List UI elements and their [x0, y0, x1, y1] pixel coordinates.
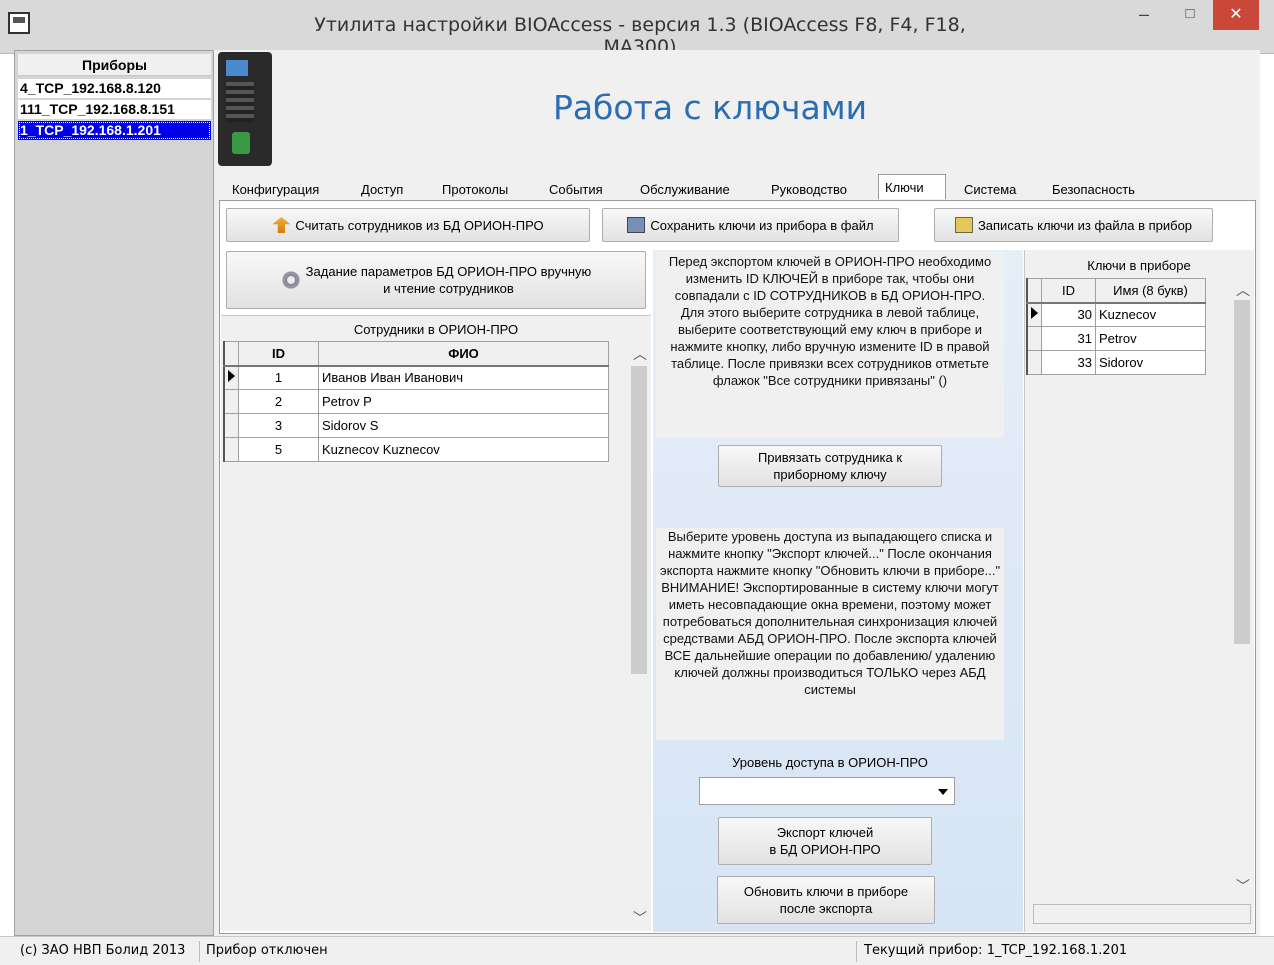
device-list-panel: Приборы 4_TCP_192.168.8.120 111_TCP_192.… — [14, 50, 214, 936]
row-indicator-header — [1026, 278, 1042, 304]
status-divider — [856, 941, 857, 962]
keys-horizontal-scrollbar[interactable] — [1033, 904, 1251, 924]
refresh-keys-button[interactable]: Обновить ключи в приборе после экспорта — [717, 876, 935, 924]
cell-name[interactable]: Sidorov S — [318, 413, 609, 438]
tab-system[interactable]: Система — [958, 180, 1022, 202]
cell-name[interactable]: Kuznecov Kuznecov — [318, 437, 609, 462]
scroll-up-icon[interactable]: ︿ — [633, 344, 647, 364]
maximize-button[interactable]: □ — [1167, 0, 1213, 30]
device-list-header: Приборы — [18, 54, 211, 76]
device-image — [218, 52, 272, 166]
column-header-key-name[interactable]: Имя (8 букв) — [1095, 278, 1206, 304]
cell-id[interactable]: 31 — [1041, 326, 1096, 351]
tab-access[interactable]: Доступ — [355, 180, 409, 202]
binding-instructions: Перед экспортом ключей в ОРИОН-ПРО необх… — [656, 251, 1004, 437]
export-keys-button[interactable]: Экспорт ключей в БД ОРИОН-ПРО — [718, 817, 932, 865]
scroll-down-icon[interactable]: ﹀ — [1236, 876, 1250, 896]
column-header-name[interactable]: ФИО — [318, 341, 609, 367]
chevron-down-icon[interactable] — [938, 789, 948, 795]
app-icon — [8, 12, 30, 34]
read-employees-button[interactable]: Считать сотрудников из БД ОРИОН-ПРО — [226, 208, 590, 242]
table-header-row: ID Имя (8 букв) — [1026, 278, 1206, 304]
cell-name[interactable]: Sidorov — [1095, 350, 1206, 375]
bind-employee-button[interactable]: Привязать сотрудника к приборному ключу — [718, 445, 942, 487]
status-divider — [199, 941, 200, 962]
save-keys-label: Сохранить ключи из прибора в файл — [650, 217, 874, 233]
device-status-text: Прибор отключен — [206, 943, 328, 958]
cell-id[interactable]: 1 — [238, 365, 319, 390]
status-bar: (c) ЗАО НВП Болид 2013 Прибор отключен Т… — [0, 936, 1274, 965]
save-icon — [627, 217, 646, 233]
row-indicator — [1026, 326, 1042, 351]
employees-table: ID ФИО 1 Иванов Иван Иванович 2 Petrov P… — [223, 341, 609, 462]
tab-keys[interactable]: Ключи — [878, 174, 946, 199]
device-item[interactable]: 111_TCP_192.168.8.151 — [18, 100, 211, 119]
device-item[interactable]: 4_TCP_192.168.8.120 — [18, 79, 211, 98]
row-indicator — [223, 365, 239, 390]
cell-name[interactable]: Kuznecov — [1095, 302, 1206, 327]
page-title: Работа с ключами — [552, 88, 868, 127]
tab-security[interactable]: Безопасность — [1046, 180, 1141, 202]
keys-table: ID Имя (8 букв) 30 Kuznecov 31 Petrov 33… — [1026, 278, 1206, 375]
write-keys-button[interactable]: Записать ключи из файла в прибор — [934, 208, 1213, 242]
column-header-id[interactable]: ID — [1041, 278, 1096, 304]
table-row[interactable]: 31 Petrov — [1026, 326, 1206, 351]
current-device-text: Текущий прибор: 1_TCP_192.168.1.201 — [864, 943, 1128, 958]
row-indicator — [223, 437, 239, 462]
table-row[interactable]: 3 Sidorov S — [223, 413, 609, 438]
row-indicator — [223, 389, 239, 414]
current-row-pointer-icon — [228, 370, 235, 383]
keys-title: Ключи в приборе — [1087, 258, 1191, 273]
row-indicator — [1026, 302, 1042, 327]
row-indicator — [1026, 350, 1042, 375]
cell-id[interactable]: 5 — [238, 437, 319, 462]
cell-id[interactable]: 2 — [238, 389, 319, 414]
export-instructions: Выберите уровень доступа из выпадающего … — [656, 528, 1004, 740]
upload-icon — [272, 217, 291, 233]
column-header-id[interactable]: ID — [238, 341, 319, 367]
write-keys-label: Записать ключи из файла в прибор — [977, 217, 1193, 233]
device-item-selected[interactable]: 1_TCP_192.168.1.201 — [18, 121, 211, 140]
tab-configuration[interactable]: Конфигурация — [226, 180, 325, 202]
table-row[interactable]: 2 Petrov P — [223, 389, 609, 414]
minimize-button[interactable]: – — [1121, 0, 1167, 30]
copyright-text: (c) ЗАО НВП Болид 2013 — [20, 943, 186, 958]
save-keys-button[interactable]: Сохранить ключи из прибора в файл — [602, 208, 899, 242]
table-row[interactable]: 33 Sidorov — [1026, 350, 1206, 375]
cell-id[interactable]: 33 — [1041, 350, 1096, 375]
row-indicator-header — [223, 341, 239, 367]
access-level-select[interactable] — [699, 777, 955, 805]
scroll-down-icon[interactable]: ﹀ — [633, 908, 647, 928]
read-employees-label: Считать сотрудников из БД ОРИОН-ПРО — [295, 217, 544, 233]
tab-manual[interactable]: Руководство — [765, 180, 853, 202]
table-header-row: ID ФИО — [223, 341, 609, 367]
cell-id[interactable]: 3 — [238, 413, 319, 438]
current-row-pointer-icon — [1031, 307, 1038, 320]
tab-events[interactable]: События — [543, 180, 609, 202]
scroll-up-icon[interactable]: ︿ — [1236, 280, 1250, 300]
gear-icon — [280, 270, 301, 290]
employees-scroll-thumb[interactable] — [631, 366, 647, 674]
tab-protocols[interactable]: Протоколы — [436, 180, 514, 202]
table-row[interactable]: 30 Kuznecov — [1026, 302, 1206, 327]
employees-title: Сотрудники в ОРИОН-ПРО — [353, 322, 519, 337]
cell-name[interactable]: Иванов Иван Иванович — [318, 365, 609, 390]
row-indicator — [223, 413, 239, 438]
load-icon — [954, 217, 973, 233]
close-button[interactable]: ✕ — [1213, 0, 1259, 30]
cell-id[interactable]: 30 — [1041, 302, 1096, 327]
cell-name[interactable]: Petrov — [1095, 326, 1206, 351]
manual-params-button[interactable]: Задание параметров БД ОРИОН-ПРО вручную … — [226, 251, 646, 309]
manual-params-label: Задание параметров БД ОРИОН-ПРО вручную … — [305, 264, 592, 296]
keys-scroll-thumb[interactable] — [1234, 300, 1250, 644]
title-bar: Утилита настройки BIOAccess - версия 1.3… — [0, 0, 1274, 58]
table-row[interactable]: 1 Иванов Иван Иванович — [223, 365, 609, 390]
table-row[interactable]: 5 Kuznecov Kuznecov — [223, 437, 609, 462]
access-level-label: Уровень доступа в ОРИОН-ПРО — [732, 755, 928, 770]
access-level-value — [700, 783, 704, 798]
tab-maintenance[interactable]: Обслуживание — [634, 180, 736, 202]
cell-name[interactable]: Petrov P — [318, 389, 609, 414]
